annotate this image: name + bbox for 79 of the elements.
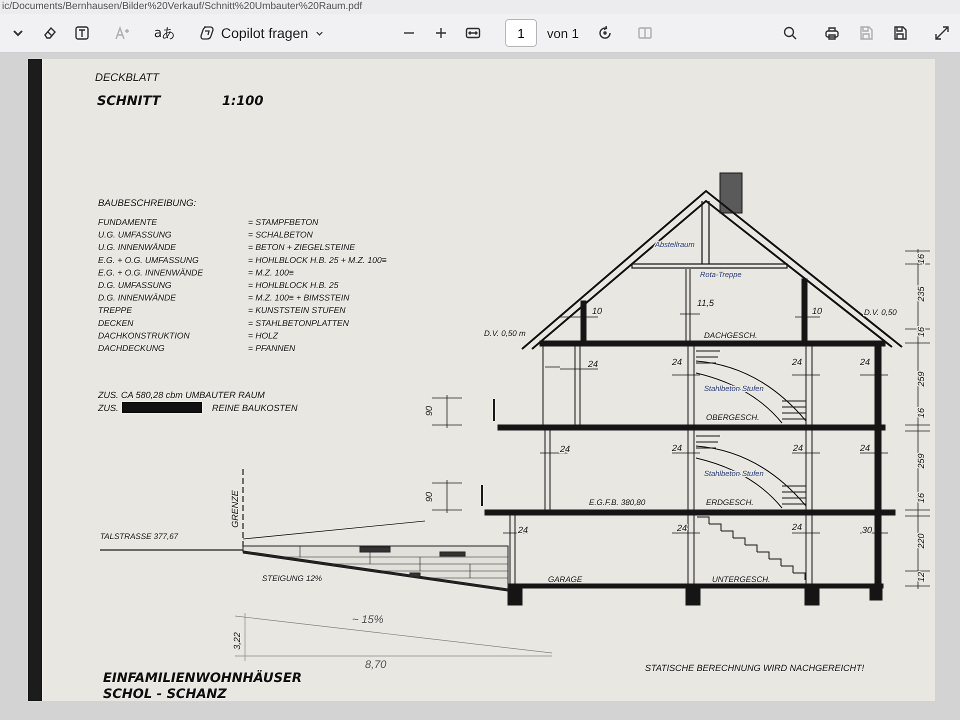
spec-value: = STAMPFBETON — [248, 217, 318, 227]
spec-item: U.G. UMFASSUNG — [98, 230, 172, 240]
drawing-title: SCHNITT — [97, 94, 161, 109]
drawing-label: 24 — [518, 525, 528, 535]
footnote-text: STATISCHE BERECHNUNG WIRD NACHGEREICHT! — [645, 663, 864, 673]
drawing-label: 24 — [560, 444, 570, 454]
spec-item: FUNDAMENTE — [98, 217, 158, 227]
page-total-text: von 1 — [547, 26, 579, 40]
copilot-button[interactable]: Copilot fragen — [192, 19, 332, 47]
chat-logo-icon — [198, 25, 215, 41]
translate-button[interactable]: aあ — [148, 19, 181, 47]
spec-item: DACHKONSTRUKTION — [98, 330, 190, 340]
drawing-label: TALSTRASSE 377,67 — [100, 532, 178, 541]
spec-item: TREPPE — [98, 305, 132, 316]
drawing-label: GRENZE — [230, 490, 240, 528]
drawing-label: UNTERGESCH. — [712, 575, 770, 584]
drawing-label: 16 — [916, 408, 926, 418]
drawing-label: 24 — [792, 522, 802, 532]
drawing-label: 3,22 — [232, 632, 242, 650]
drawing-label: 16 — [916, 493, 926, 503]
cost-suffix: REINE BAUKOSTEN — [212, 403, 298, 413]
drawing-label: ~ 15% — [352, 614, 384, 626]
spec-value: = SCHALBETON — [248, 230, 313, 240]
drawing-label: 220 — [916, 533, 926, 549]
drawing-label: 24 — [677, 523, 688, 533]
drawing-label: 16 — [916, 254, 926, 264]
spec-value: = M.Z. 100≡ + BIMSSTEIN — [248, 292, 350, 303]
drawing-label: DACHGESCH. — [704, 331, 758, 340]
drawing-label: D.V. 0,50 m — [484, 329, 526, 338]
drawing-label: 10 — [812, 306, 822, 316]
drawing-label: 235 — [916, 286, 926, 302]
drawing-scale: 1:100 — [222, 94, 264, 109]
drawing-label: 24 — [792, 357, 802, 367]
volume-line: ZUS. CA 580,28 cbm UMBAUTER RAUM — [98, 390, 265, 400]
drawing-label: 24 — [860, 357, 870, 367]
spec-item: D.G. INNENWÄNDE — [98, 292, 176, 303]
spec-item: DACHDECKUNG — [98, 343, 165, 353]
spec-value: = HOLZ — [248, 330, 278, 340]
drawing-label: 90 — [424, 406, 434, 416]
drawing-label: E.G.F.B. 380,80 — [589, 498, 646, 507]
project-title: EINFAMILIENWOHNHÄUSER — [103, 671, 302, 686]
drawing-label: D.V. 0,50 — [864, 308, 897, 317]
page-number-field[interactable]: 1 — [505, 19, 537, 47]
drawing-label: OBERGESCH. — [706, 413, 760, 422]
spec-item: U.G. INNENWÄNDE — [98, 242, 176, 252]
drawing-label: ERDGESCH. — [706, 498, 754, 507]
spec-value: = HOHLBLOCK H.B. 25 + M.Z. 100≡ — [248, 254, 387, 265]
spec-value: = STAHLBETONPLATTEN — [248, 318, 349, 328]
drawing-label: GARAGE — [548, 575, 582, 584]
drawing-label: 259 — [916, 371, 926, 387]
drawing-label: 24 — [672, 357, 682, 367]
spec-value: = KUNSTSTEIN STUFEN — [248, 305, 346, 316]
drawing-label: 24 — [588, 359, 598, 369]
plus-icon — [433, 25, 449, 41]
spec-item: D.G. UMFASSUNG — [98, 280, 172, 290]
spec-value: = BETON + ZIEGELSTEINE — [248, 242, 356, 252]
spec-value: = M.Z. 100≡ — [248, 267, 294, 278]
drawing-label: STEIGUNG 12% — [262, 574, 322, 583]
spec-item: DECKEN — [98, 318, 134, 328]
drawing-label: 30 — [862, 525, 872, 535]
drawing-label: 16 — [916, 327, 926, 337]
drawing-label: 8,70 — [365, 659, 386, 671]
drawing-label: 90 — [424, 492, 434, 502]
drawing-label: 10 — [592, 306, 602, 316]
spec-item: E.G. + O.G. UMFASSUNG — [98, 254, 199, 265]
spec-value: = PFANNEN — [248, 343, 296, 353]
drawing-label: 24 — [793, 443, 804, 453]
spec-value: = HOHLBLOCK H.B. 25 — [248, 280, 338, 290]
drawing-label: 259 — [916, 453, 926, 469]
spec-item: E.G. + O.G. INNENWÄNDE — [98, 267, 204, 278]
project-subtitle: SCHOL - SCHANZ — [103, 687, 227, 701]
cost-prefix: ZUS. — [98, 403, 119, 413]
drawing-label: 11,5 — [697, 298, 714, 308]
drawing-label: 24 — [672, 443, 682, 453]
description-heading: BAUBESCHREIBUNG: — [98, 198, 196, 209]
drawing-label: 24 — [860, 443, 870, 453]
minus-icon — [403, 31, 415, 35]
sheet-title: DECKBLATT — [95, 72, 159, 84]
drawing-label: 12 — [916, 572, 926, 582]
